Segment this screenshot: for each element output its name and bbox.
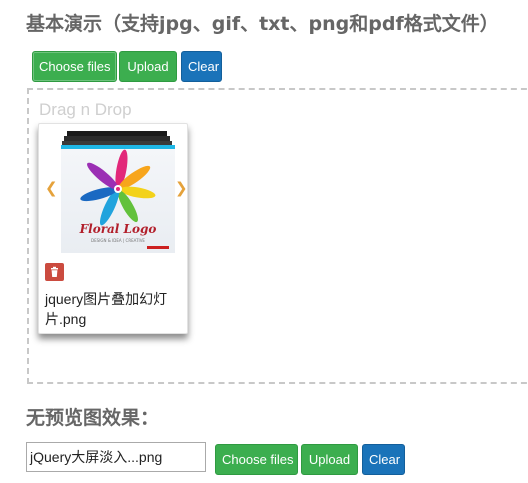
choose-files-button-2[interactable]: Choose files [215, 444, 298, 475]
upload-button[interactable]: Upload [119, 51, 177, 82]
floral-logo-image: Floral Logo DESIGN & IDEA | CREATIVE [79, 149, 169, 249]
clear-button-2[interactable]: Clear [362, 444, 405, 475]
chevron-right-icon[interactable]: ❯ [175, 179, 188, 197]
clear-button[interactable]: Clear [181, 51, 222, 82]
upload-button-2[interactable]: Upload [301, 444, 358, 475]
drop-zone-label: Drag n Drop [39, 100, 132, 119]
file-preview-card: ❮ ❯ Floral Logo DESIGN & IDEA | CREATIVE [38, 123, 188, 334]
page: 基本演示（支持jpg、gif、txt、png和pdf格式文件） Choose f… [0, 0, 528, 483]
floral-logo-thumbnail: Floral Logo DESIGN & IDEA | CREATIVE [61, 149, 175, 253]
basic-demo-title: 基本演示（支持jpg、gif、txt、png和pdf格式文件） [26, 13, 499, 35]
choose-files-button[interactable]: Choose files [32, 51, 117, 82]
thumbnail-logo-subtext: DESIGN & IDEA | CREATIVE [91, 238, 145, 243]
chevron-left-icon[interactable]: ❮ [45, 179, 58, 197]
file-name: jquery图片叠加幻灯片.png [45, 291, 168, 327]
trash-icon [51, 266, 58, 277]
file-name-input[interactable]: jQuery大屏淡入...png [26, 442, 206, 472]
delete-file-button[interactable] [45, 263, 64, 281]
thumbnail-logo-text: Floral Logo [79, 222, 157, 236]
no-preview-title: 无预览图效果： [26, 407, 160, 429]
